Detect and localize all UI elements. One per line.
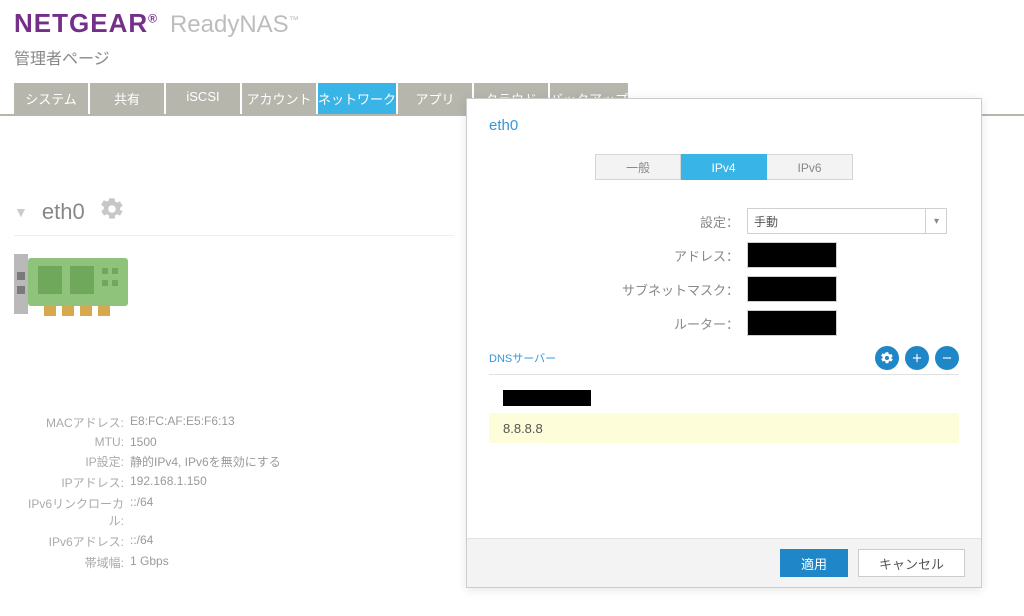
cancel-button[interactable]: キャンセル	[858, 549, 965, 577]
nav-network[interactable]: ネットワーク	[318, 83, 396, 114]
interface-header[interactable]: ▼ eth0	[14, 196, 454, 236]
label-subnet: サブネットマスク：	[489, 280, 747, 299]
nav-iscsi[interactable]: iSCSI	[166, 83, 240, 114]
dns-label: DNSサーバー	[489, 350, 556, 366]
dialog-title: eth0	[489, 117, 959, 134]
chevron-down-icon: ▼	[14, 204, 28, 220]
nic-details: MACアドレス:E8:FC:AF:E5:F6:13 MTU:1500 IP設定:…	[14, 414, 454, 571]
nav-system[interactable]: システム	[14, 83, 88, 114]
interface-name: eth0	[42, 199, 85, 225]
dns-add-icon[interactable]	[905, 346, 929, 370]
dns-section: DNSサーバー 8.8.8.8	[489, 346, 959, 443]
interface-panel: ▼ eth0	[14, 116, 454, 575]
tab-general[interactable]: 一般	[595, 154, 681, 180]
input-address[interactable]	[747, 242, 837, 268]
page-subtitle: 管理者ページ	[14, 45, 1010, 69]
label-setting: 設定：	[489, 212, 747, 231]
dns-item[interactable]	[489, 383, 959, 413]
label-router: ルーター：	[489, 314, 747, 333]
tab-ipv4[interactable]: IPv4	[681, 154, 767, 180]
nav-account[interactable]: アカウント	[242, 83, 316, 114]
brand-readynas: ReadyNAS™	[170, 11, 299, 39]
brand-netgear: NETGEAR®	[14, 8, 158, 39]
dialog-tabs: 一般 IPv4 IPv6	[489, 154, 959, 180]
label-address: アドレス：	[489, 246, 747, 265]
apply-button[interactable]: 適用	[780, 549, 848, 577]
nav-share[interactable]: 共有	[90, 83, 164, 114]
eth0-dialog: eth0 一般 IPv4 IPv6 設定： ▾ アドレス： サブネットマスク： …	[466, 98, 982, 588]
nic-card-icon	[14, 254, 134, 324]
input-subnet[interactable]	[747, 276, 837, 302]
brand: NETGEAR® ReadyNAS™	[14, 8, 1010, 39]
select-setting[interactable]	[747, 208, 947, 234]
dns-remove-icon[interactable]	[935, 346, 959, 370]
tab-ipv6[interactable]: IPv6	[767, 154, 853, 180]
nav-apps[interactable]: アプリ	[398, 83, 472, 114]
gear-icon[interactable]	[99, 196, 125, 227]
header: NETGEAR® ReadyNAS™ 管理者ページ	[0, 0, 1024, 73]
input-router[interactable]	[747, 310, 837, 336]
dialog-footer: 適用 キャンセル	[467, 538, 981, 587]
dns-item[interactable]: 8.8.8.8	[489, 413, 959, 443]
dns-gear-icon[interactable]	[875, 346, 899, 370]
